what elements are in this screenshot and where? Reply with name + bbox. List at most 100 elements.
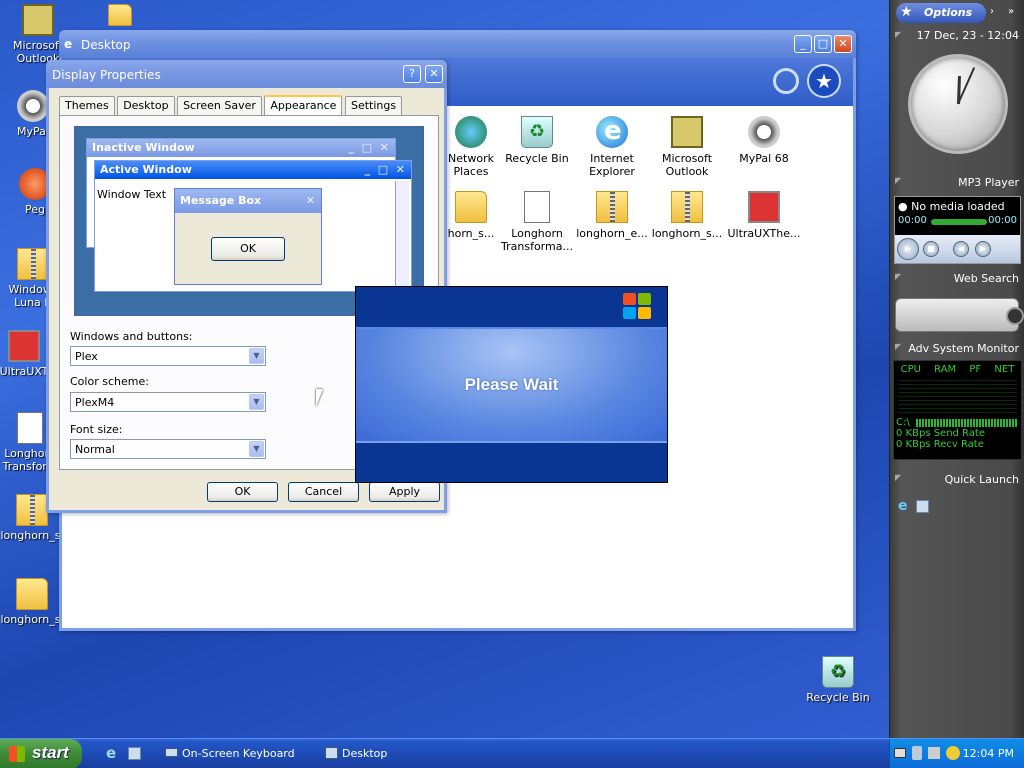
ie-icon[interactable]: e [898, 498, 908, 514]
sidebar: ★ Options › » ◤ 17 Dec, 23 - 12:04 ◤ MP3… [889, 0, 1024, 738]
media-status-icon: ● [898, 200, 912, 213]
windows-buttons-select[interactable]: Plex ▼ [70, 346, 266, 366]
tab-strip: Themes Desktop Screen Saver Appearance S… [59, 95, 403, 117]
ie-icon [596, 116, 628, 148]
mp3-player-title: MP3 Player [958, 176, 1019, 189]
web-search-title: Web Search [953, 272, 1019, 285]
favorites-star-icon[interactable]: ★ [807, 64, 841, 98]
task-desktop[interactable]: Desktop [320, 742, 470, 765]
explorer-item-recycle-bin[interactable]: Recycle Bin [500, 116, 574, 165]
network-tray-icon[interactable] [928, 747, 940, 759]
monitor-icon [748, 191, 780, 223]
explorer-item-ultrauxtheme[interactable]: UltraUXThe... [727, 191, 801, 240]
close-icon: ✕ [305, 194, 315, 207]
preview-window-controls: _ □ ✕ [364, 163, 405, 176]
zip-folder-icon [596, 191, 628, 223]
explorer-item-outlook[interactable]: Microsoft Outlook [650, 116, 724, 178]
outlook-icon [671, 116, 703, 148]
taskbar: start e On-Screen Keyboard Desktop 12:04… [0, 738, 1024, 768]
window-title: Desktop [81, 38, 131, 52]
dialog-titlebar[interactable]: Display Properties ? ✕ [46, 60, 447, 88]
windows-logo-icon [623, 293, 653, 321]
help-button[interactable]: ? [403, 65, 421, 83]
folder-icon [455, 191, 487, 223]
font-size-select[interactable]: Normal ▼ [70, 439, 266, 459]
outlook-icon [22, 4, 54, 36]
explorer-icon[interactable] [916, 500, 929, 513]
apply-button[interactable]: Apply [369, 482, 440, 502]
tab-themes[interactable]: Themes [59, 96, 115, 115]
please-wait-dialog: Please Wait [355, 286, 668, 483]
keyboard-icon [165, 748, 178, 757]
close-button[interactable]: ✕ [425, 65, 443, 83]
tab-settings[interactable]: Settings [344, 96, 403, 115]
explorer-icon [325, 747, 338, 759]
recycle-bin-icon [521, 116, 553, 148]
tab-appearance[interactable]: Appearance [264, 95, 343, 117]
mp3-player: ● No media loaded 00:00 00:00 ▶ ■ ◀ ▶ [894, 196, 1021, 264]
minimize-button[interactable]: _ [794, 35, 812, 53]
monitor-graphs [898, 377, 1017, 415]
seek-bar[interactable] [931, 219, 987, 225]
drive-usage-bar [916, 419, 1018, 427]
ie-icon[interactable]: e [106, 744, 116, 762]
explorer-item-longhorn-s[interactable]: longhorn_s... [650, 191, 724, 240]
volume-icon[interactable] [912, 746, 922, 760]
mouse-cursor-icon [316, 389, 323, 407]
chevron-right-icon[interactable]: › [990, 6, 994, 17]
mypal-icon [17, 90, 49, 122]
explorer-item-longhorn-transform[interactable]: Longhorn Transforma... [500, 191, 574, 253]
start-button[interactable]: start [0, 739, 82, 768]
system-tray: 12:04 PM [889, 739, 1024, 768]
system-monitor: CPU RAM PF NET C:\ 0 KBps Send Rate 0 KB… [893, 360, 1022, 460]
recycle-bin-icon [822, 656, 854, 688]
close-button[interactable]: ✕ [834, 35, 852, 53]
tab-desktop[interactable]: Desktop [117, 96, 175, 115]
preview-scrollbar [395, 181, 409, 289]
options-button[interactable]: ★ Options [896, 3, 986, 23]
chevron-double-right-icon[interactable]: » [1008, 6, 1014, 17]
document-icon [17, 412, 43, 444]
preview-ok-button: OK [211, 237, 285, 261]
messenger-icon[interactable] [946, 746, 960, 760]
keyboard-tray-icon[interactable] [894, 748, 906, 758]
color-scheme-select[interactable]: PlexM4 ▼ [70, 392, 266, 412]
cancel-button[interactable]: Cancel [288, 482, 359, 502]
date-time: 17 Dec, 23 - 12:04 [916, 29, 1019, 42]
zip-folder-icon [17, 248, 49, 280]
zip-folder-icon [16, 494, 48, 526]
network-icon [455, 116, 487, 148]
explorer-titlebar[interactable]: e Desktop _ □ ✕ [59, 30, 856, 58]
desktop-icon-recycle-bin[interactable]: Recycle Bin [800, 656, 876, 704]
explorer-icon[interactable] [128, 747, 141, 760]
play-button[interactable]: ▶ [897, 238, 919, 260]
search-icon[interactable] [773, 68, 799, 94]
folder-icon [16, 578, 48, 610]
explorer-item-longhorn-e[interactable]: longhorn_e... [575, 191, 649, 240]
next-button[interactable]: ▶ [975, 241, 991, 257]
ok-button[interactable]: OK [207, 482, 278, 502]
ie-icon: e [64, 37, 73, 51]
dialog-title: Display Properties [52, 68, 161, 82]
windows-logo-icon [9, 746, 25, 762]
please-wait-text: Please Wait [464, 375, 559, 394]
explorer-item-mypal[interactable]: MyPal 68 [727, 116, 801, 165]
search-icon[interactable] [1006, 307, 1024, 325]
zip-folder-icon [671, 191, 703, 223]
chevron-down-icon: ▼ [249, 394, 264, 410]
maximize-button[interactable]: □ [814, 35, 832, 53]
stop-button[interactable]: ■ [923, 241, 939, 257]
document-icon [524, 191, 550, 223]
web-search-input[interactable] [895, 298, 1024, 332]
quick-launch-title: Quick Launch [944, 473, 1019, 486]
task-on-screen-keyboard[interactable]: On-Screen Keyboard [160, 742, 310, 765]
preview-message-box: Message Box ✕ OK [174, 188, 322, 285]
explorer-item-internet-explorer[interactable]: Internet Explorer [575, 116, 649, 178]
desktop-icon-top-folder[interactable] [82, 4, 158, 29]
chevron-down-icon: ▼ [249, 348, 264, 364]
previous-button[interactable]: ◀ [953, 241, 969, 257]
preview-window-text: Window Text [97, 188, 167, 201]
analog-clock [908, 54, 1008, 154]
preview-window-controls: _ □ ✕ [348, 141, 389, 154]
tab-screen-saver[interactable]: Screen Saver [177, 96, 262, 115]
